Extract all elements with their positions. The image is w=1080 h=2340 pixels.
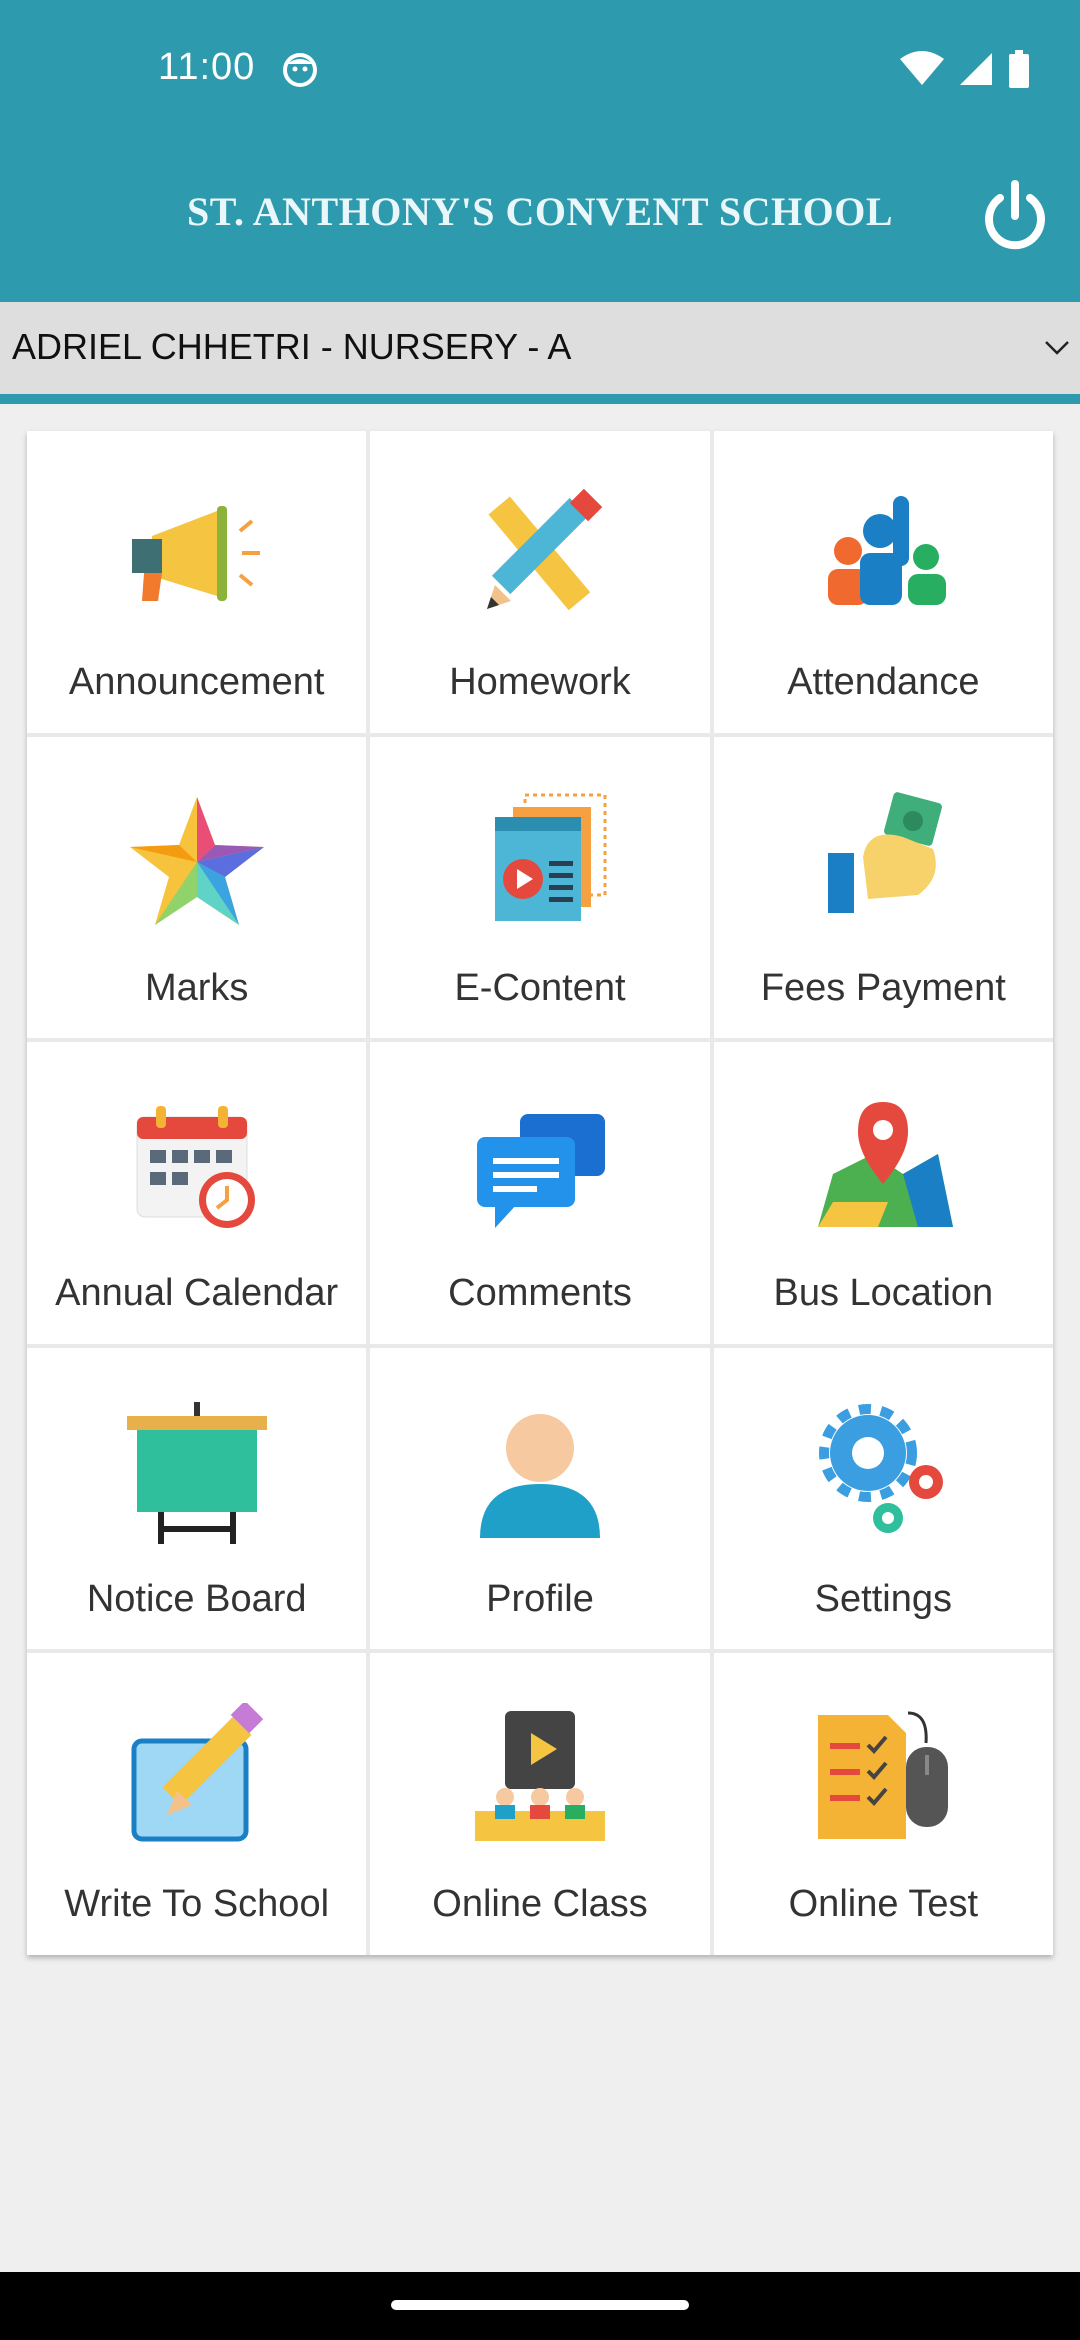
logout-power-icon[interactable] [980, 178, 1050, 254]
tile-label: Notice Board [86, 1577, 307, 1620]
tile-label: E-Content [454, 966, 626, 1009]
tile-label: Bus Location [773, 1272, 994, 1315]
pencil-ruler-icon [486, 488, 603, 611]
signal-icon [960, 53, 992, 85]
online-class-icon [474, 1711, 605, 1842]
gears-icon [819, 1403, 944, 1533]
menu-tile-comments[interactable]: Comments [370, 1042, 710, 1344]
menu-grid: Announcement Homework Attendance Marks E… [27, 431, 1053, 1955]
menu-tile-settings[interactable]: Settings [713, 1347, 1053, 1650]
notification-face-icon [283, 53, 317, 87]
map-pin-icon [818, 1102, 954, 1228]
menu-tile-annual-calendar[interactable]: Annual Calendar [27, 1042, 367, 1344]
tile-label: Attendance [787, 661, 980, 703]
easel-board-icon [126, 1401, 267, 1544]
student-selector-dropdown[interactable]: ADRIEL CHHETRI - NURSERY - A [0, 302, 1080, 404]
megaphone-icon [131, 506, 260, 601]
chat-bubbles-icon [476, 1114, 605, 1229]
write-note-icon [131, 1703, 263, 1842]
menu-card: Announcement Homework Attendance Marks E… [27, 431, 1053, 1955]
menu-tile-marks[interactable]: Marks [27, 736, 367, 1039]
tile-label: Online Class [432, 1883, 648, 1926]
menu-tile-attendance[interactable]: Attendance [713, 431, 1053, 733]
tile-label: Settings [814, 1577, 952, 1620]
menu-tile-fees-payment[interactable]: Fees Payment [713, 736, 1053, 1039]
status-icons [900, 50, 1030, 88]
star-icon [129, 796, 264, 925]
menu-tile-bus-location[interactable]: Bus Location [713, 1042, 1053, 1344]
menu-tile-profile[interactable]: Profile [370, 1347, 710, 1650]
status-time: 11:00 [158, 46, 256, 88]
app-header: ST. ANTHONY'S CONVENT SCHOOL [0, 140, 1080, 302]
tile-label: Fees Payment [760, 966, 1006, 1009]
menu-tile-notice-board[interactable]: Notice Board [27, 1347, 367, 1650]
menu-tile-e-content[interactable]: E-Content [370, 736, 710, 1039]
tile-label: Online Test [788, 1883, 979, 1926]
user-avatar-icon [479, 1413, 600, 1538]
hand-cash-icon [828, 791, 943, 913]
menu-tile-announcement[interactable]: Announcement [27, 431, 367, 733]
tile-label: Homework [449, 661, 631, 703]
chevron-down-icon [1045, 341, 1069, 355]
tile-label: Write To School [64, 1883, 330, 1926]
home-gesture-handle[interactable] [391, 2300, 689, 2310]
tile-label: Annual Calendar [55, 1272, 339, 1315]
school-title: ST. ANTHONY'S CONVENT SCHOOL [186, 189, 893, 234]
status-bar: 11:00 [0, 0, 1080, 140]
wifi-icon [900, 51, 944, 85]
menu-tile-online-test[interactable]: Online Test [713, 1653, 1053, 1955]
battery-icon [1009, 50, 1029, 88]
video-window-icon [494, 793, 607, 921]
calendar-clock-icon [136, 1106, 255, 1229]
tile-label: Marks [144, 966, 249, 1009]
tile-label: Profile [486, 1577, 594, 1620]
menu-tile-online-class[interactable]: Online Class [370, 1653, 710, 1955]
test-checklist-mouse-icon [818, 1711, 949, 1840]
raised-hand-group-icon [828, 496, 947, 605]
tile-label: Comments [448, 1272, 632, 1315]
menu-tile-homework[interactable]: Homework [370, 431, 710, 733]
selected-student: ADRIEL CHHETRI - NURSERY - A [12, 326, 572, 367]
tile-label: Announcement [68, 661, 325, 703]
menu-tile-write-to-school[interactable]: Write To School [27, 1653, 367, 1955]
system-nav-bar [0, 2272, 1080, 2340]
